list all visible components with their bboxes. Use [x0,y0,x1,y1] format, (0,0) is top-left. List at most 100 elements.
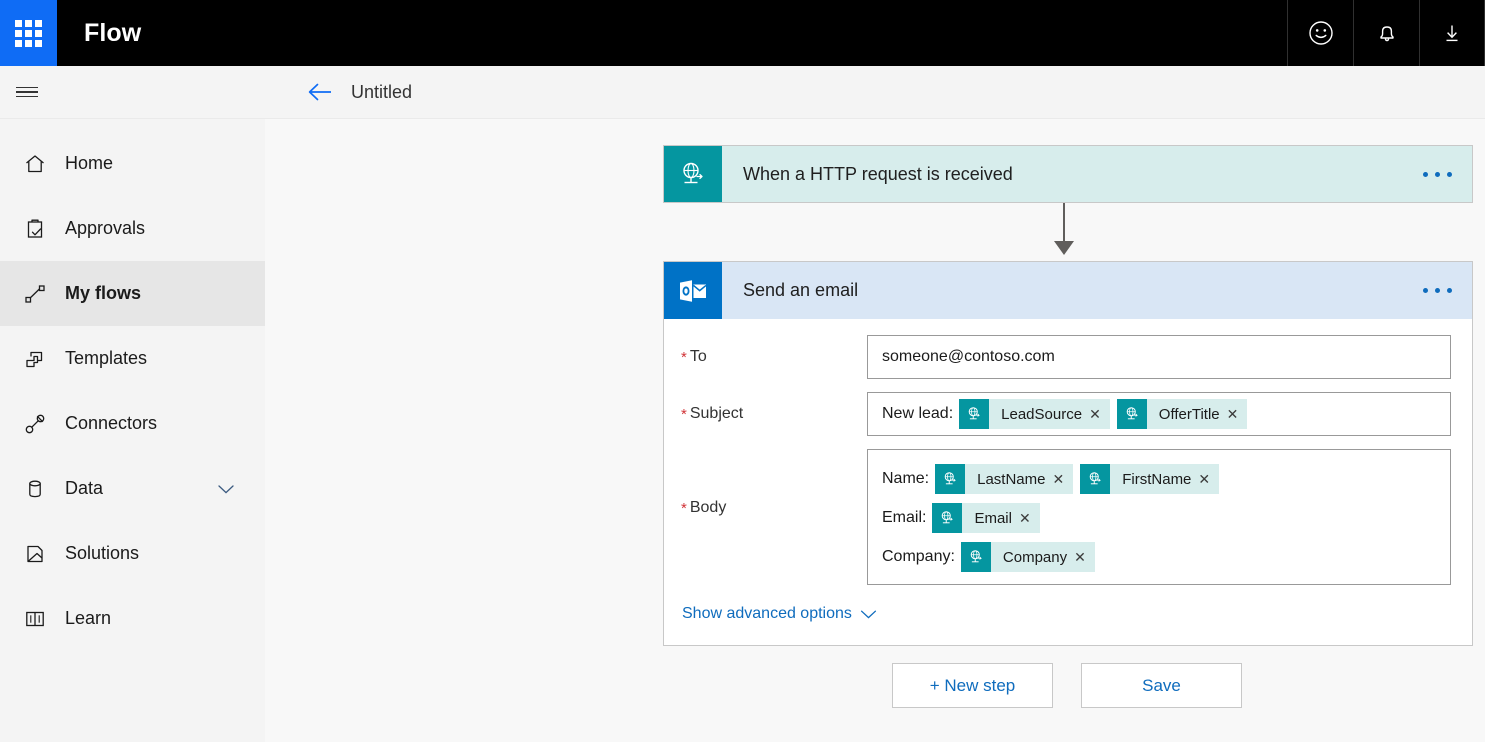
new-step-button[interactable]: + New step [892,663,1053,708]
dynamic-token[interactable]: OfferTitle ✕ [1117,399,1248,429]
token-label: OfferTitle [1147,406,1227,423]
remove-token-icon[interactable]: ✕ [1053,471,1074,488]
dynamic-token[interactable]: Company ✕ [961,542,1095,572]
sidebar-item-approvals[interactable]: Approvals [0,196,265,261]
action-card-header[interactable]: Send an email [663,261,1473,319]
token-label: Email [962,510,1019,527]
subject-input[interactable]: New lead: [867,392,1451,436]
body-line-prefix-text: Email: [882,509,926,527]
dynamic-token[interactable]: FirstName ✕ [1080,464,1219,494]
sidebar-item-label: My flows [65,283,141,304]
http-request-globe-icon [959,399,989,429]
app-launcher-button[interactable] [0,0,57,66]
trigger-card[interactable]: When a HTTP request is received [663,145,1473,203]
field-to: * To someone@contoso.com [674,335,1462,379]
templates-icon [18,344,52,374]
body-token-line: Email: [882,499,1436,537]
chevron-down-icon[interactable] [217,483,235,495]
database-icon [18,474,52,504]
field-body-control: Name: [867,449,1462,585]
notifications-button[interactable] [1353,0,1419,66]
sidebar-item-label: Connectors [65,413,157,434]
feedback-button[interactable] [1287,0,1353,66]
clipboard-check-icon [18,214,52,244]
more-options-icon[interactable] [1402,146,1472,202]
sidebar-item-label: Solutions [65,543,139,564]
token-label: LeadSource [989,406,1089,423]
field-label-text: To [690,348,707,366]
suite-bar-actions [1287,0,1485,66]
required-marker: * [681,500,687,517]
token-label: FirstName [1110,471,1198,488]
action-card-body: * To someone@contoso.com * Subject New l… [663,319,1473,646]
menu-toggle-button[interactable] [0,66,54,119]
sidebar-item-label: Learn [65,608,111,629]
sidebar-item-solutions[interactable]: Solutions [0,521,265,586]
remove-token-icon[interactable]: ✕ [1089,406,1110,423]
dynamic-token[interactable]: Email ✕ [932,503,1039,533]
field-label-text: Body [690,499,726,517]
sidebar-item-my-flows[interactable]: My flows [0,261,265,326]
remove-token-icon[interactable]: ✕ [1227,406,1248,423]
to-input[interactable]: someone@contoso.com [867,335,1451,379]
http-request-globe-icon [1080,464,1110,494]
app-title: Flow [57,0,141,66]
body-token-line: Name: [882,460,1436,498]
smiley-icon [1307,19,1335,47]
sidebar-item-learn[interactable]: Learn [0,586,265,651]
suite-bar-spacer [141,0,1287,66]
download-button[interactable] [1419,0,1485,66]
sidebar: Home Approvals My flows [0,119,265,742]
action-card[interactable]: Send an email * To someone@contoso.com *… [663,261,1473,646]
sidebar-item-data[interactable]: Data [0,456,265,521]
body-input[interactable]: Name: [867,449,1451,585]
field-label-text: Subject [690,405,743,423]
field-body-label: * Body [674,449,867,567]
http-request-globe-icon [935,464,965,494]
required-marker: * [681,349,687,366]
subject-prefix-text: New lead: [882,405,953,423]
command-bar: Untitled [0,66,1485,119]
download-icon [1438,19,1466,47]
back-arrow-icon [307,81,333,103]
sidebar-item-templates[interactable]: Templates [0,326,265,391]
required-marker: * [681,406,687,423]
page-title: Untitled [351,82,412,103]
suite-bar: Flow [0,0,1485,66]
sidebar-item-label: Data [65,478,103,499]
connectors-icon [18,409,52,439]
field-subject-control: New lead: [867,392,1462,436]
save-button[interactable]: Save [1081,663,1242,708]
waffle-grid-icon [15,20,42,47]
show-advanced-options-link[interactable]: Show advanced options [674,598,877,645]
body-line-prefix-text: Name: [882,470,929,488]
solutions-icon [18,539,52,569]
more-options-icon[interactable] [1402,262,1472,319]
trigger-card-header[interactable]: When a HTTP request is received [663,145,1473,203]
sidebar-item-home[interactable]: Home [0,131,265,196]
home-icon [18,149,52,179]
http-request-globe-icon [932,503,962,533]
chevron-down-icon [860,609,877,620]
bell-icon [1373,19,1401,47]
body-token-line: Company: [882,538,1436,576]
http-request-globe-icon [1117,399,1147,429]
body-line-prefix-text: Company: [882,548,955,566]
flow-designer-canvas: When a HTTP request is received Send an … [265,119,1485,742]
remove-token-icon[interactable]: ✕ [1198,471,1219,488]
back-button[interactable] [305,77,335,107]
sidebar-item-label: Approvals [65,218,145,239]
outlook-icon [664,262,722,319]
remove-token-icon[interactable]: ✕ [1019,510,1040,527]
field-subject-label: * Subject [674,392,867,436]
subject-token-line: New lead: [882,395,1254,433]
book-icon [18,604,52,634]
remove-token-icon[interactable]: ✕ [1074,549,1095,566]
flow-icon [18,279,52,309]
dynamic-token[interactable]: LeadSource ✕ [959,399,1110,429]
dynamic-token[interactable]: LastName ✕ [935,464,1073,494]
token-label: Company [991,549,1074,566]
trigger-card-title: When a HTTP request is received [722,146,1402,202]
sidebar-item-connectors[interactable]: Connectors [0,391,265,456]
action-card-title: Send an email [722,262,1402,319]
